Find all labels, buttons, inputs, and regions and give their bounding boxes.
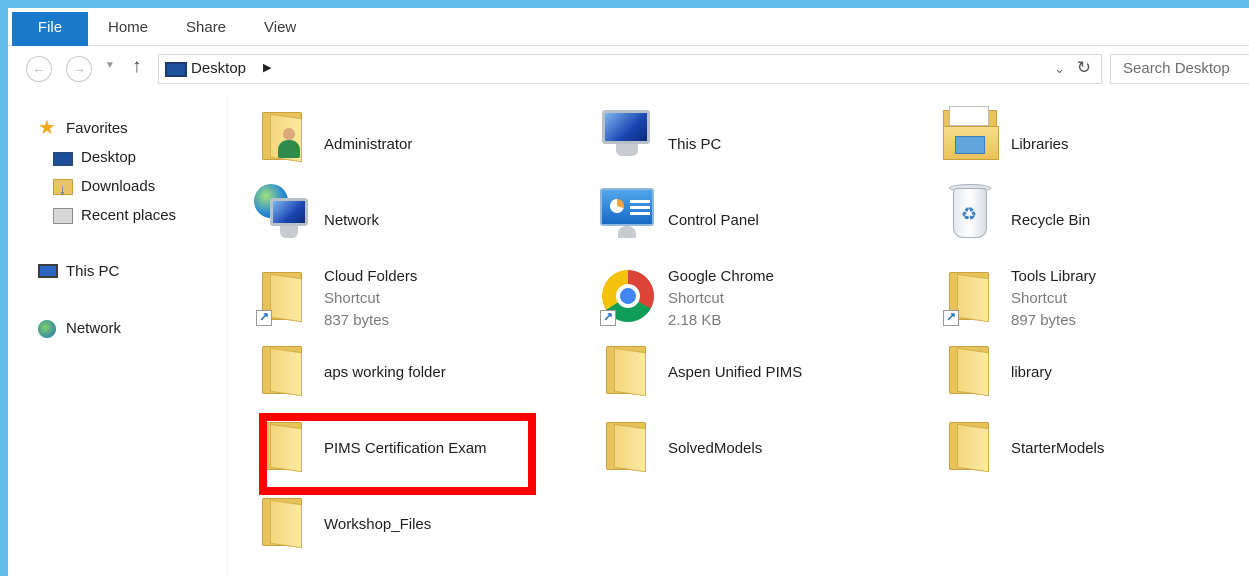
desktop-item-libraries[interactable]: Libraries (931, 106, 1249, 176)
tab-file[interactable]: File (12, 12, 88, 46)
desktop-item-administrator[interactable]: Administrator (244, 106, 564, 176)
ribbon-tabs: File Home Share View (8, 8, 1249, 46)
desktop-item-this-pc[interactable]: This PC (588, 106, 908, 176)
navigation-row: ← → ▼ ↑ Desktop ▶ ⌄ ↻ Search Desktop (8, 46, 1249, 96)
item-label: Cloud Folders (324, 268, 418, 285)
search-placeholder[interactable]: Search Desktop (1123, 60, 1230, 77)
desktop-item-control-panel[interactable]: Control Panel (588, 184, 908, 254)
item-label: library (1011, 364, 1052, 381)
desktop-item-aspen-unified-pims[interactable]: Aspen Unified PIMS (588, 340, 908, 410)
item-label: Aspen Unified PIMS (668, 364, 803, 381)
shortcut-arrow-icon: ↗ (256, 310, 272, 326)
chrome-shortcut-icon: ↗ (598, 266, 654, 326)
desktop-item-google-chrome[interactable]: ↗ Google Chrome Shortcut 2.18 KB (588, 266, 908, 336)
nav-label: This PC (66, 263, 120, 280)
downloads-icon (53, 177, 73, 201)
tab-share[interactable]: Share (186, 12, 226, 46)
desktop-item-cloud-folders[interactable]: ↗ Cloud Folders Shortcut 837 bytes (244, 266, 564, 336)
item-label: aps working folder (324, 364, 446, 381)
desktop-item-network[interactable]: Network (244, 184, 564, 254)
control-panel-icon (598, 184, 654, 244)
item-label: Network (324, 212, 380, 229)
item-size: 897 bytes (1011, 312, 1077, 329)
libraries-icon (941, 106, 999, 166)
desktop-item-library[interactable]: library (931, 340, 1249, 410)
forward-icon[interactable]: → (66, 56, 92, 82)
red-highlight-box (259, 413, 536, 495)
desktop-icon (53, 152, 73, 166)
star-icon: ★ (38, 117, 56, 139)
address-bar[interactable]: Desktop ▶ ⌄ ↻ (158, 54, 1102, 84)
item-label: This PC (668, 136, 722, 153)
desktop-item-solvedmodels[interactable]: SolvedModels (588, 416, 908, 486)
folder-icon (941, 340, 997, 400)
computer-icon (598, 106, 654, 166)
desktop-item-aps-working-folder[interactable]: aps working folder (244, 340, 564, 410)
search-input[interactable]: Search Desktop (1110, 54, 1249, 84)
item-label: Control Panel (668, 212, 759, 229)
item-size: 837 bytes (324, 312, 390, 329)
item-label: Libraries (1011, 136, 1069, 153)
nav-label: Favorites (66, 120, 128, 137)
desktop-icon (165, 62, 187, 77)
network-icon (254, 184, 310, 244)
item-label: Tools Library (1011, 268, 1097, 285)
desktop-item-startermodels[interactable]: StarterModels (931, 416, 1249, 486)
nav-label: Recent places (81, 207, 177, 224)
file-list: Administrator This PC Libraries Network (244, 96, 1249, 576)
desktop-item-recycle-bin[interactable]: ♻ Recycle Bin (931, 184, 1249, 254)
folder-icon (254, 492, 310, 552)
tab-view[interactable]: View (264, 12, 296, 46)
nav-label: Network (66, 320, 122, 337)
nav-label: Downloads (81, 178, 156, 195)
tab-home[interactable]: Home (108, 12, 148, 46)
navigation-pane: ★ Favorites Desktop Downloads Recent pla… (8, 96, 228, 576)
folder-shortcut-icon: ↗ (254, 266, 310, 326)
item-label: SolvedModels (668, 440, 763, 457)
folder-icon (598, 416, 654, 476)
folder-icon (254, 340, 310, 400)
recent-locations-dropdown-icon[interactable]: ▼ (105, 60, 115, 71)
item-label: Google Chrome (668, 268, 774, 285)
shortcut-arrow-icon: ↗ (943, 310, 959, 326)
nav-label: Desktop (81, 149, 137, 166)
user-folder-icon (254, 106, 310, 166)
item-type: Shortcut (668, 290, 724, 307)
explorer-window: File Home Share View ← → ▼ ↑ Desktop ▶ ⌄… (0, 0, 1249, 576)
item-label: StarterModels (1011, 440, 1105, 457)
address-location[interactable]: Desktop (191, 60, 246, 77)
item-label: Workshop_Files (324, 516, 432, 533)
up-arrow-icon[interactable]: ↑ (132, 56, 142, 78)
folder-icon (941, 416, 997, 476)
desktop-item-tools-library[interactable]: ↗ Tools Library Shortcut 897 bytes (931, 266, 1249, 336)
desktop-item-workshop-files[interactable]: Workshop_Files (244, 492, 564, 562)
network-icon (38, 320, 56, 338)
breadcrumb-chevron-icon[interactable]: ▶ (263, 61, 271, 74)
item-label: Administrator (324, 136, 413, 153)
recycle-bin-icon: ♻ (941, 184, 997, 244)
folder-shortcut-icon: ↗ (941, 266, 997, 326)
item-label: Recycle Bin (1011, 212, 1091, 229)
refresh-icon[interactable]: ↻ (1077, 58, 1091, 78)
back-icon[interactable]: ← (26, 56, 52, 82)
computer-icon (38, 264, 58, 278)
item-size: 2.18 KB (668, 312, 722, 329)
folder-icon (598, 340, 654, 400)
item-type: Shortcut (1011, 290, 1067, 307)
address-dropdown-icon[interactable]: ⌄ (1054, 61, 1065, 77)
recent-places-icon (53, 208, 73, 224)
item-type: Shortcut (324, 290, 380, 307)
shortcut-arrow-icon: ↗ (600, 310, 616, 326)
